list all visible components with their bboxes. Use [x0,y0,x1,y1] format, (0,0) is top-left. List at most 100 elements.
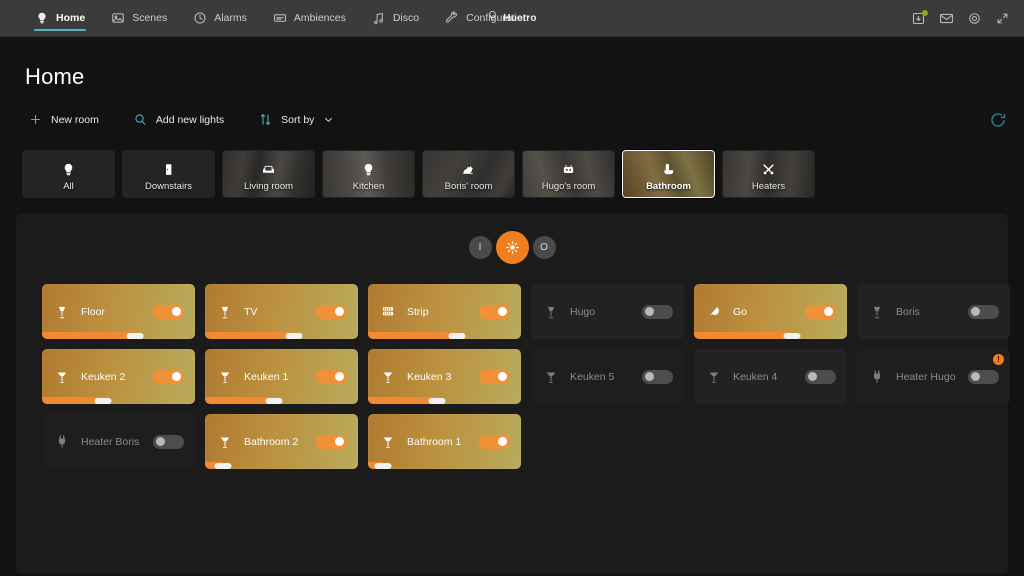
nav-item-label: Disco [392,12,420,24]
nav-item-scenes[interactable]: Scenes [98,0,180,36]
nav-item-home[interactable]: Home [22,0,98,36]
room-tab-kitchen[interactable]: Kitchen [322,150,415,198]
light-toggle[interactable] [153,369,184,384]
new-room-button[interactable]: New room [24,107,113,132]
light-card[interactable]: Floor [42,284,195,339]
toggle-knob [808,372,817,381]
slider-thumb[interactable] [428,397,446,404]
light-name: Strip [407,305,429,318]
mail-icon[interactable] [939,11,954,26]
nav-item-configuration[interactable]: Configuration [432,0,541,36]
spot-icon [706,369,722,385]
light-card[interactable]: Keuken 1 [205,349,358,404]
light-toggle[interactable] [479,434,510,449]
power-on-button[interactable]: I [468,236,492,259]
brightness-button[interactable] [495,231,529,264]
light-card[interactable]: Heater Hugo! [857,349,1010,404]
music-icon [372,11,386,25]
nav-item-alarms[interactable]: Alarms [180,0,260,36]
room-tab-living-room[interactable]: Living room [222,150,315,198]
room-tab-boris-room[interactable]: Boris' room [422,150,515,198]
light-toggle[interactable] [153,304,184,319]
nav-item-label: Configuration [466,12,529,24]
brightness-slider[interactable] [368,332,521,339]
power-off-button[interactable]: O [532,236,556,259]
light-card[interactable]: Keuken 4 [694,349,847,404]
spot-icon [217,434,233,450]
robot-icon [561,162,576,177]
light-card[interactable]: Hugo [531,284,684,339]
toggle-knob [156,437,165,446]
light-card[interactable]: Keuken 2 [42,349,195,404]
bulb-icon [361,162,376,177]
room-tab-all[interactable]: All [22,150,115,198]
light-card[interactable]: Go [694,284,847,339]
light-card[interactable]: Heater Boris [42,414,195,469]
toggle-knob [971,372,980,381]
slider-thumb[interactable] [94,397,112,404]
light-name: Go [733,305,748,318]
slider-fill [42,332,136,339]
light-card[interactable]: Strip [368,284,521,339]
page-body: Home New room Add new lights Sort by All… [0,64,1024,574]
light-toggle[interactable] [805,304,836,319]
add-new-lights-button[interactable]: Add new lights [129,107,238,132]
nav-item-ambiences[interactable]: Ambiences [260,0,359,36]
sort-by-button[interactable]: Sort by [254,107,348,132]
update-icon[interactable] [911,9,928,26]
light-card[interactable]: TV [205,284,358,339]
collapse-icon[interactable] [995,11,1010,26]
toggle-knob [172,372,181,381]
slider-fill [694,332,792,339]
light-toggle[interactable] [153,434,184,449]
room-tab-downstairs[interactable]: Downstairs [122,150,215,198]
light-toggle[interactable] [968,304,999,319]
brightness-slider[interactable] [42,332,195,339]
light-card[interactable]: Bathroom 2 [205,414,358,469]
floor-lamp-icon [54,304,70,320]
room-tab-bathroom[interactable]: Bathroom [622,150,715,198]
light-toggle[interactable] [316,369,347,384]
light-toggle[interactable] [968,369,999,384]
light-toggle[interactable] [316,434,347,449]
nav-item-label: Alarms [214,12,247,24]
light-toggle[interactable] [642,304,673,319]
light-toggle[interactable] [479,304,510,319]
light-card[interactable]: Keuken 3 [368,349,521,404]
brightness-slider[interactable] [205,332,358,339]
toggle-knob [645,307,654,316]
light-card[interactable]: Bathroom 1 [368,414,521,469]
light-card[interactable]: Boris [857,284,1010,339]
room-tab-heaters[interactable]: Heaters [722,150,815,198]
spot-icon [380,434,396,450]
nav-item-disco[interactable]: Disco [359,0,432,36]
slider-thumb[interactable] [285,332,303,339]
slider-thumb[interactable] [448,332,466,339]
door-icon [161,162,176,177]
light-toggle[interactable] [642,369,673,384]
brightness-slider[interactable] [42,397,195,404]
light-toggle[interactable] [805,369,836,384]
light-card[interactable]: Keuken 5 [531,349,684,404]
refresh-icon[interactable] [989,111,1007,129]
brightness-slider[interactable] [205,462,358,469]
light-toggle[interactable] [479,369,510,384]
gear-icon[interactable] [967,11,982,26]
slider-thumb[interactable] [783,332,801,339]
slider-thumb[interactable] [374,462,392,469]
slider-thumb[interactable] [265,397,283,404]
brightness-slider[interactable] [694,332,847,339]
light-toggle[interactable] [316,304,347,319]
brightness-slider[interactable] [368,462,521,469]
brightness-slider[interactable] [205,397,358,404]
brightness-slider[interactable] [368,397,521,404]
toggle-knob [172,307,181,316]
new-room-label: New room [51,113,99,126]
light-name: Heater Boris [81,435,140,448]
sofa-icon [261,162,276,177]
room-tab-hugo-s-room[interactable]: Hugo's room [522,150,615,198]
slider-thumb[interactable] [214,462,232,469]
clock-icon [193,11,207,25]
slider-thumb[interactable] [126,332,144,339]
plug-icon [54,434,70,450]
